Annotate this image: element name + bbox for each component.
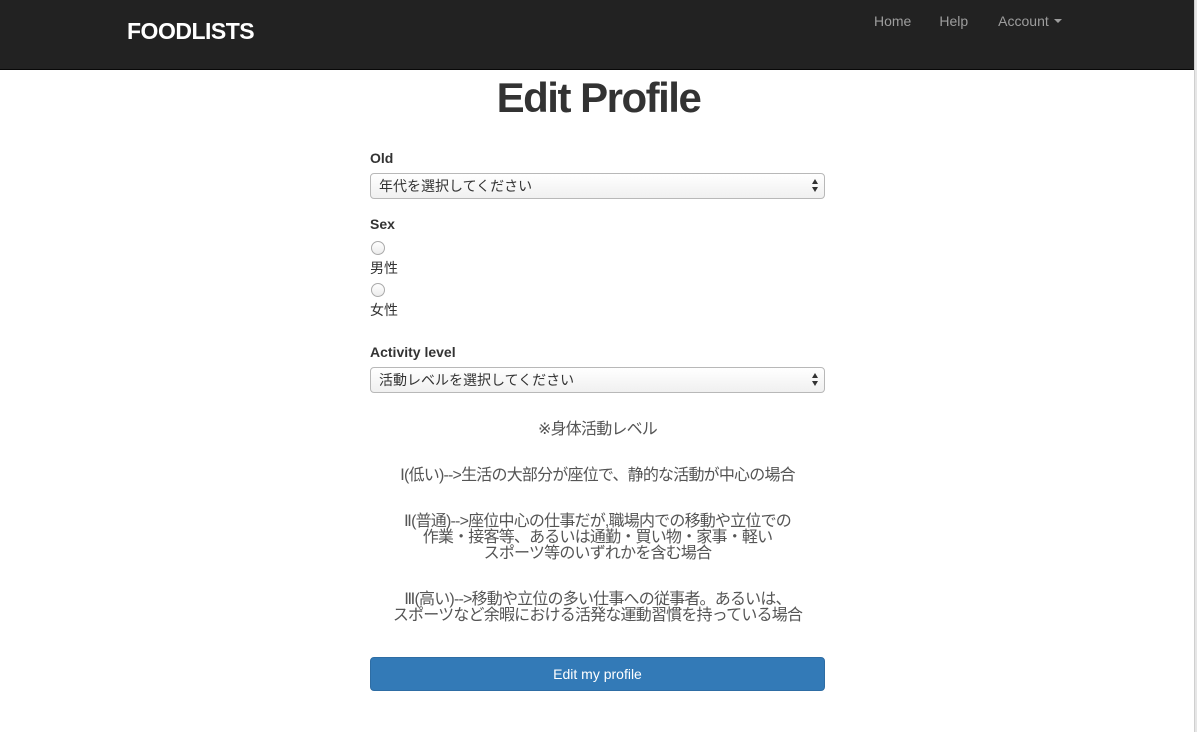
age-select[interactable]: 年代を選択してください (370, 173, 825, 199)
radio-male-label: 男性 (370, 260, 398, 276)
select-arrows-icon (812, 179, 820, 193)
select-arrows-icon (812, 373, 820, 387)
note-level-2-line-3: スポーツ等のいずれかを含む場合 (483, 545, 712, 562)
activity-select-value: 活動レベルを選択してください (379, 372, 575, 388)
brand-logo[interactable]: FOODLISTS (127, 18, 255, 45)
edit-profile-submit-button[interactable]: Edit my profile (370, 657, 825, 691)
nav-account-dropdown[interactable]: Account (998, 13, 1062, 29)
radio-female[interactable] (371, 283, 385, 297)
note-level-2-line-2: 作業・接客等、あるいは通勤・買い物・家事・軽い (422, 529, 773, 546)
note-level-3-line-2: スポーツなど余暇における活発な運動習慣を持っている場合 (392, 607, 803, 624)
activity-level-label: Activity level (370, 344, 456, 360)
nav-home-link[interactable]: Home (874, 13, 911, 29)
radio-male[interactable] (371, 241, 385, 255)
nav-account-label: Account (998, 13, 1049, 29)
age-select-value: 年代を選択してください (379, 178, 533, 194)
note-level-1: Ⅰ(低い)-->生活の大部分が座位で、静的な活動が中心の場合 (400, 467, 796, 484)
page-title: Edit Profile (496, 74, 702, 121)
activity-level-notes: ※身体活動レベル Ⅰ(低い)-->生活の大部分が座位で、静的な活動が中心の場合 … (370, 422, 825, 624)
sex-label: Sex (370, 216, 395, 232)
activity-level-select[interactable]: 活動レベルを選択してください (370, 367, 825, 393)
navbar: FOODLISTS Home Help Account (0, 0, 1197, 70)
nav-menu: Home Help Account (874, 13, 1062, 29)
radio-female-label: 女性 (370, 302, 398, 318)
note-level-3-line-1: Ⅲ(高い)-->移動や立位の多い仕事への従事者。あるいは、 (404, 591, 791, 608)
edit-profile-form: Old 年代を選択してください Sex 男性 女性 Activity level… (370, 150, 825, 393)
nav-help-link[interactable]: Help (939, 13, 968, 29)
note-level-2-line-1: Ⅱ(普通)-->座位中心の仕事だが,職場内での移動や立位での (404, 513, 792, 530)
caret-down-icon (1053, 19, 1062, 23)
notes-heading: ※身体活動レベル (537, 421, 658, 438)
old-label: Old (370, 150, 394, 166)
